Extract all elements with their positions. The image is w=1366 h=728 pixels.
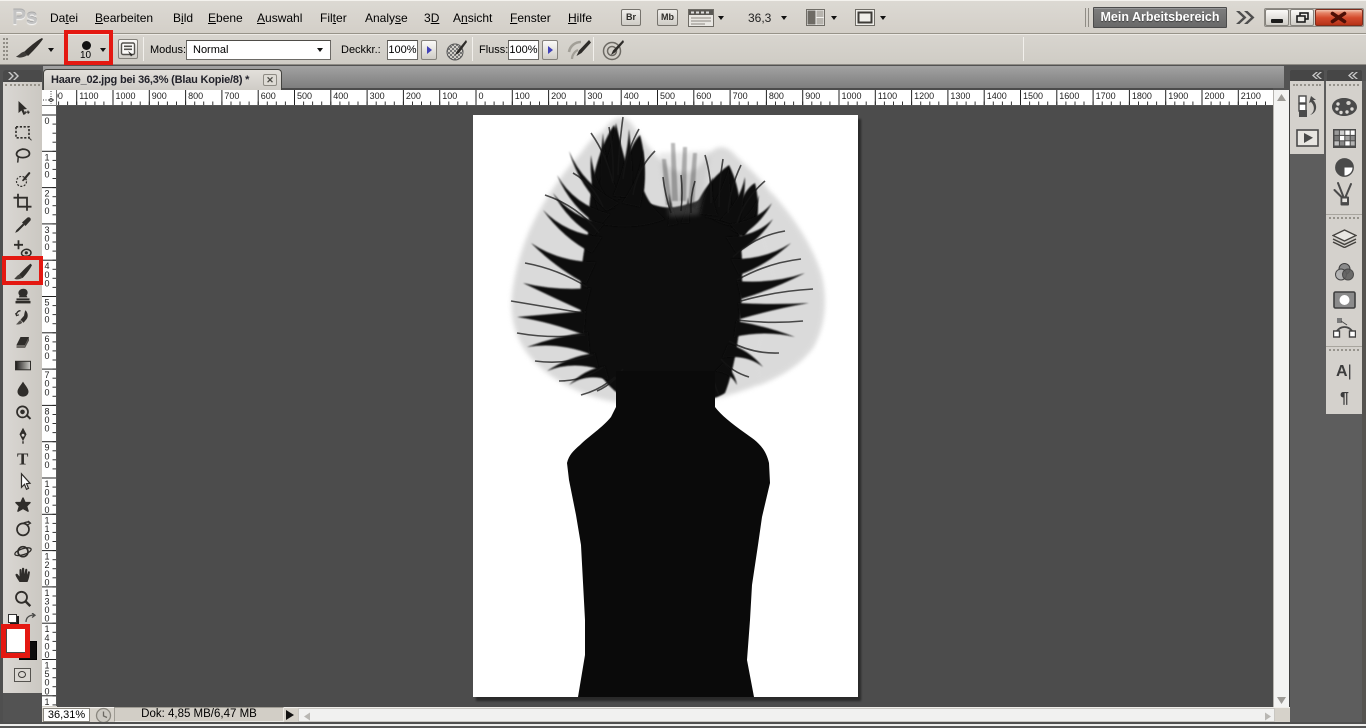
svg-text:1600: 1600: [1059, 91, 1079, 101]
svg-text:0: 0: [45, 686, 50, 696]
svg-text:1200: 1200: [57, 91, 63, 101]
svg-text:800: 800: [188, 91, 203, 101]
svg-text:0: 0: [45, 460, 50, 470]
svg-text:400: 400: [624, 91, 639, 101]
svg-text:1100: 1100: [79, 91, 98, 101]
svg-text:1000: 1000: [842, 91, 862, 101]
svg-text:0: 0: [45, 424, 50, 434]
svg-text:0: 0: [45, 541, 50, 551]
svg-text:800: 800: [769, 91, 784, 101]
svg-text:1700: 1700: [1096, 91, 1116, 101]
svg-text:2100: 2100: [1241, 91, 1261, 101]
svg-text:0: 0: [45, 650, 50, 660]
svg-text:300: 300: [587, 91, 602, 101]
svg-text:0: 0: [45, 387, 50, 397]
svg-text:2000: 2000: [1205, 91, 1225, 101]
svg-text:600: 600: [696, 91, 711, 101]
svg-text:1800: 1800: [1132, 91, 1152, 101]
svg-text:900: 900: [805, 91, 820, 101]
svg-text:500: 500: [297, 91, 312, 101]
svg-text:0: 0: [45, 206, 50, 216]
svg-text:0: 0: [479, 91, 484, 101]
svg-text:100: 100: [442, 91, 457, 101]
svg-text:300: 300: [370, 91, 385, 101]
svg-text:1400: 1400: [987, 91, 1007, 101]
svg-text:600: 600: [261, 91, 276, 101]
svg-text:0: 0: [45, 505, 50, 515]
svg-text:1500: 1500: [1023, 91, 1043, 101]
svg-text:T: T: [17, 450, 29, 469]
svg-text:500: 500: [660, 91, 675, 101]
svg-text:200: 200: [551, 91, 566, 101]
svg-text:0: 0: [45, 614, 50, 624]
svg-text:0: 0: [45, 577, 50, 587]
svg-text:900: 900: [152, 91, 167, 101]
svg-text:700: 700: [733, 91, 748, 101]
svg-text:0: 0: [45, 116, 50, 126]
svg-text:0: 0: [45, 351, 50, 361]
svg-text:1100: 1100: [878, 91, 897, 101]
svg-text:200: 200: [406, 91, 421, 101]
svg-text:1900: 1900: [1168, 91, 1188, 101]
svg-text:700: 700: [224, 91, 239, 101]
svg-text:0: 0: [45, 242, 50, 252]
svg-text:1200: 1200: [914, 91, 934, 101]
svg-text:0: 0: [45, 278, 50, 288]
svg-text:0: 0: [45, 170, 50, 180]
svg-text:1000: 1000: [116, 91, 136, 101]
svg-text:100: 100: [515, 91, 530, 101]
svg-text:400: 400: [333, 91, 348, 101]
svg-text:6: 6: [45, 705, 50, 706]
svg-text:1300: 1300: [950, 91, 970, 101]
svg-text:0: 0: [45, 315, 50, 325]
